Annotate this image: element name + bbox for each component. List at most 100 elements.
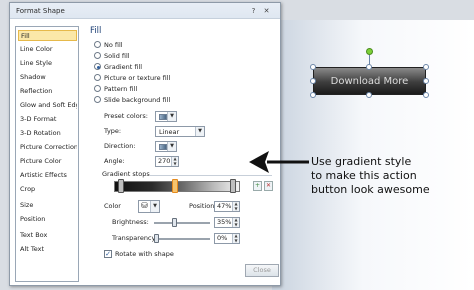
picture-texture-fill-option[interactable]: Picture or texture fill	[94, 73, 170, 83]
option-label: No fill	[104, 41, 123, 49]
radio-button[interactable]	[94, 41, 101, 48]
no-fill-option[interactable]: No fill	[94, 40, 123, 50]
gradient-swatch-icon	[159, 114, 167, 120]
angle-input[interactable]: 270° ▲ ▼	[155, 156, 179, 167]
gradient-stop[interactable]	[230, 179, 236, 193]
color-label: Color	[104, 202, 121, 210]
sidebar-item-position[interactable]: Position	[18, 214, 77, 225]
sidebar-item-3d-format[interactable]: 3-D Format	[18, 114, 77, 125]
brightness-slider-thumb[interactable]	[171, 218, 177, 227]
transparency-input[interactable]: 0% ▲ ▼	[214, 233, 240, 244]
preset-colors-picker[interactable]: ▼	[155, 111, 177, 122]
direction-swatch-icon	[159, 144, 167, 150]
annotation-text: Use gradient style to make this action b…	[311, 155, 471, 197]
position-value: 47%	[217, 202, 232, 210]
sidebar-item-text-box[interactable]: Text Box	[18, 230, 77, 241]
sidebar-item-crop[interactable]: Crop	[18, 184, 77, 195]
gradient-stop-selected[interactable]	[172, 179, 178, 193]
transparency-label: Transparency:	[112, 234, 158, 242]
brightness-input[interactable]: 35% ▲ ▼	[214, 217, 240, 228]
category-sidebar: Fill Line Color Line Style Shadow Reflec…	[15, 26, 79, 282]
type-value: Linear	[159, 128, 180, 136]
resize-handle[interactable]	[423, 78, 429, 84]
chevron-down-icon: ▼	[167, 112, 176, 121]
option-label: Gradient fill	[104, 63, 143, 71]
dialog-titlebar: Format Shape ? ✕	[10, 3, 280, 19]
resize-handle[interactable]	[366, 64, 372, 70]
add-gradient-stop-icon[interactable]: +	[253, 181, 262, 191]
angle-label: Angle:	[104, 157, 125, 165]
sidebar-item-line-style[interactable]: Line Style	[18, 58, 77, 69]
spinner-arrows-icon[interactable]: ▲ ▼	[171, 156, 178, 166]
resize-handle[interactable]	[366, 92, 372, 98]
resize-handle[interactable]	[423, 92, 429, 98]
brightness-label: Brightness:	[112, 218, 149, 226]
option-label: Solid fill	[104, 52, 130, 60]
annotation-line: Use gradient style	[311, 155, 412, 168]
spinner-arrows-icon[interactable]: ▲ ▼	[232, 233, 239, 243]
sidebar-item-line-color[interactable]: Line Color	[18, 44, 77, 55]
resize-handle[interactable]	[310, 92, 316, 98]
resize-handle[interactable]	[310, 78, 316, 84]
sidebar-item-artistic-effects[interactable]: Artistic Effects	[18, 170, 77, 181]
type-label: Type:	[104, 127, 122, 135]
resize-handle[interactable]	[423, 64, 429, 70]
option-label: Pattern fill	[104, 85, 138, 93]
sidebar-item-size[interactable]: Size	[18, 200, 77, 211]
sidebar-item-reflection[interactable]: Reflection	[18, 86, 77, 97]
type-select[interactable]: Linear ▼	[155, 126, 205, 137]
paint-bucket-icon: ⛁	[141, 201, 148, 210]
direction-picker[interactable]: ▼	[155, 141, 177, 152]
resize-handle[interactable]	[310, 64, 316, 70]
rotate-with-shape-checkbox[interactable]: ✓	[104, 250, 112, 258]
radio-button[interactable]	[94, 52, 101, 59]
transparency-slider-track[interactable]	[154, 238, 210, 240]
gradient-stops-label: Gradient stops	[102, 170, 150, 178]
sidebar-item-fill[interactable]: Fill	[18, 30, 77, 41]
help-icon[interactable]: ?	[248, 6, 259, 16]
sidebar-item-picture-color[interactable]: Picture Color	[18, 156, 77, 167]
solid-fill-option[interactable]: Solid fill	[94, 51, 130, 61]
sidebar-item-3d-rotation[interactable]: 3-D Rotation	[18, 128, 77, 139]
spinner-arrows-icon[interactable]: ▲ ▼	[232, 201, 239, 211]
position-input[interactable]: 47% ▲ ▼	[214, 201, 240, 212]
annotation-line: button look awesome	[311, 183, 430, 196]
direction-label: Direction:	[104, 142, 136, 150]
radio-button[interactable]	[94, 85, 101, 92]
preset-colors-label: Preset colors:	[104, 112, 148, 120]
chevron-down-icon: ▼	[167, 142, 176, 151]
sidebar-item-glow-soft-edges[interactable]: Glow and Soft Edges	[18, 100, 77, 111]
sidebar-item-alt-text[interactable]: Alt Text	[18, 244, 77, 255]
chevron-down-icon: ▼	[150, 201, 159, 212]
rotation-handle[interactable]	[366, 48, 373, 55]
slide-background-fill-option[interactable]: Slide background fill	[94, 95, 170, 105]
radio-button-selected[interactable]	[94, 63, 101, 70]
transparency-value: 0%	[217, 234, 228, 242]
chevron-down-icon: ▼	[195, 127, 204, 136]
radio-button[interactable]	[94, 96, 101, 103]
sidebar-item-picture-corrections[interactable]: Picture Corrections	[18, 142, 77, 153]
close-button[interactable]: Close	[245, 264, 279, 277]
color-picker-button[interactable]: ⛁ ▼	[138, 200, 160, 213]
annotation-arrow-icon	[249, 151, 309, 173]
pattern-fill-option[interactable]: Pattern fill	[94, 84, 137, 94]
option-label: Slide background fill	[104, 96, 171, 104]
sidebar-item-shadow[interactable]: Shadow	[18, 72, 77, 83]
gradient-fill-option[interactable]: Gradient fill	[94, 62, 142, 72]
dialog-title: Format Shape	[16, 7, 65, 15]
option-label: Picture or texture fill	[104, 74, 171, 82]
spinner-arrows-icon[interactable]: ▲ ▼	[232, 217, 239, 227]
brightness-slider-track[interactable]	[154, 222, 210, 224]
position-label: Position:	[189, 202, 217, 210]
transparency-slider-thumb[interactable]	[154, 234, 159, 243]
gradient-stop[interactable]	[118, 179, 124, 193]
annotation-line: to make this action	[311, 169, 417, 182]
remove-gradient-stop-icon[interactable]: ✕	[264, 181, 273, 191]
close-icon[interactable]: ✕	[261, 6, 272, 16]
panel-title: Fill	[90, 26, 102, 36]
radio-button[interactable]	[94, 74, 101, 81]
brightness-value: 35%	[217, 218, 232, 226]
download-more-button[interactable]: Download More	[313, 67, 426, 95]
rotate-with-shape-label: Rotate with shape	[115, 250, 174, 258]
format-shape-dialog: Format Shape ? ✕ Fill Line Color Line St…	[9, 2, 281, 286]
